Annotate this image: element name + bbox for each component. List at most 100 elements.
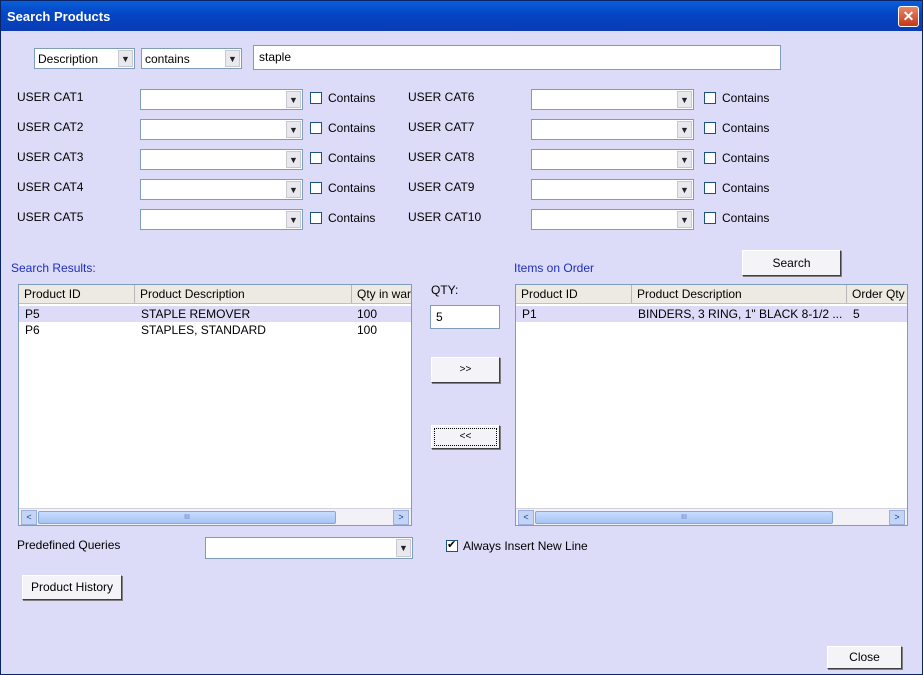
chevron-down-icon[interactable]: ▼ [677, 121, 692, 138]
user-cat-contains-checkbox[interactable] [310, 182, 322, 194]
user-cat-label: USER CAT5 [17, 210, 84, 224]
user-cat-label: USER CAT9 [408, 180, 475, 194]
chevron-down-icon[interactable]: ▼ [286, 151, 301, 168]
user-cat-dropdown[interactable]: ▼ [140, 209, 303, 230]
chevron-down-icon[interactable]: ▼ [677, 151, 692, 168]
user-cat-contains-checkbox[interactable] [704, 122, 716, 134]
column-header-product-id[interactable]: Product ID [19, 285, 135, 303]
column-header-product-description[interactable]: Product Description [135, 285, 352, 303]
cell-product-id: P1 [522, 307, 537, 321]
product-history-button[interactable]: Product History [22, 575, 122, 600]
chevron-down-icon[interactable]: ▼ [286, 211, 301, 228]
user-cat-contains-label: Contains [328, 91, 376, 105]
remove-from-order-button[interactable]: << [431, 425, 500, 449]
horizontal-scrollbar[interactable]: < III > [19, 508, 411, 525]
scroll-right-icon[interactable]: > [889, 510, 905, 525]
user-cat-label: USER CAT8 [408, 150, 475, 164]
user-cat-contains-label: Contains [328, 181, 376, 195]
chevron-down-icon[interactable]: ▼ [225, 50, 240, 67]
user-cat-contains-label: Contains [722, 91, 770, 105]
user-cat-contains-label: Contains [328, 211, 376, 225]
window-title: Search Products [7, 9, 111, 24]
user-cat-contains-label: Contains [328, 121, 376, 135]
chevron-down-icon[interactable]: ▼ [286, 91, 301, 108]
user-cat-contains-checkbox[interactable] [310, 92, 322, 104]
qty-input-value: 5 [436, 310, 443, 324]
user-cat-dropdown[interactable]: ▼ [531, 209, 694, 230]
user-cat-contains-checkbox[interactable] [310, 122, 322, 134]
user-cat-dropdown[interactable]: ▼ [531, 149, 694, 170]
chevron-down-icon[interactable]: ▼ [286, 121, 301, 138]
scroll-thumb[interactable]: III [535, 511, 833, 524]
chevron-down-icon[interactable]: ▼ [118, 50, 133, 67]
user-cat-dropdown[interactable]: ▼ [140, 179, 303, 200]
search-operator-dropdown[interactable]: contains ▼ [141, 48, 242, 69]
cell-product-description: STAPLES, STANDARD [141, 323, 266, 337]
scroll-left-icon[interactable]: < [518, 510, 534, 525]
user-cat-dropdown[interactable]: ▼ [531, 119, 694, 140]
predefined-queries-dropdown[interactable]: ▼ [205, 537, 413, 559]
column-header-product-description[interactable]: Product Description [632, 285, 847, 303]
user-cat-label: USER CAT6 [408, 90, 475, 104]
search-field-value: Description [38, 52, 99, 66]
cell-product-id: P6 [25, 323, 40, 337]
add-to-order-button[interactable]: >> [431, 357, 500, 383]
chevron-down-icon[interactable]: ▼ [286, 181, 301, 198]
table-row[interactable]: P6 STAPLES, STANDARD 100 [19, 322, 411, 338]
search-field-dropdown[interactable]: Description ▼ [34, 48, 135, 69]
search-operator-value: contains [145, 52, 190, 66]
table-row[interactable]: P5 STAPLE REMOVER 100 [19, 306, 411, 322]
qty-input[interactable]: 5 [430, 305, 500, 329]
cell-product-id: P5 [25, 307, 40, 321]
cell-qty: 100 [357, 323, 378, 337]
user-cat-label: USER CAT10 [408, 210, 482, 224]
search-results-list[interactable]: Product ID Product Description Qty in wa… [18, 284, 412, 526]
chevron-down-icon[interactable]: ▼ [677, 211, 692, 228]
horizontal-scrollbar[interactable]: < III > [516, 508, 907, 525]
user-cat-contains-label: Contains [722, 181, 770, 195]
column-header-order-qty[interactable]: Order Qty [847, 285, 907, 303]
user-cat-contains-checkbox[interactable] [310, 212, 322, 224]
search-input[interactable]: staple [253, 45, 781, 70]
cell-order-qty: 5 [853, 307, 860, 321]
user-cat-contains-label: Contains [328, 151, 376, 165]
chevron-down-icon[interactable]: ▼ [396, 539, 411, 557]
scroll-thumb[interactable]: III [38, 511, 336, 524]
user-cat-contains-checkbox[interactable] [704, 182, 716, 194]
search-button[interactable]: Search [742, 250, 841, 276]
cell-product-description: BINDERS, 3 RING, 1" BLACK 8-1/2 ... [638, 307, 843, 321]
scroll-left-icon[interactable]: < [21, 510, 37, 525]
items-on-order-label: Items on Order [514, 261, 595, 275]
user-cat-label: USER CAT1 [17, 90, 84, 104]
user-cat-contains-label: Contains [722, 211, 770, 225]
items-on-order-list[interactable]: Product ID Product Description Order Qty… [515, 284, 908, 526]
always-insert-checkbox[interactable] [446, 538, 458, 552]
search-products-window: Search Products ✕ Description ▼ contains… [0, 0, 923, 675]
search-results-label: Search Results: [11, 261, 96, 275]
user-cat-dropdown[interactable]: ▼ [140, 89, 303, 110]
column-header-qty[interactable]: Qty in wareh [352, 285, 411, 303]
user-cat-dropdown[interactable]: ▼ [140, 119, 303, 140]
cell-qty: 100 [357, 307, 378, 321]
user-cat-contains-checkbox[interactable] [704, 92, 716, 104]
chevron-down-icon[interactable]: ▼ [677, 91, 692, 108]
title-bar[interactable]: Search Products ✕ [1, 1, 922, 31]
close-window-icon[interactable]: ✕ [898, 6, 919, 27]
search-input-value: staple [259, 50, 292, 64]
column-header-product-id[interactable]: Product ID [516, 285, 632, 303]
user-cat-dropdown[interactable]: ▼ [531, 179, 694, 200]
close-button[interactable]: Close [827, 646, 902, 669]
predefined-queries-label: Predefined Queries [17, 538, 121, 552]
user-cat-contains-checkbox[interactable] [310, 152, 322, 164]
user-cat-contains-checkbox[interactable] [704, 212, 716, 224]
user-cat-dropdown[interactable]: ▼ [531, 89, 694, 110]
user-cat-dropdown[interactable]: ▼ [140, 149, 303, 170]
search-results-header: Product ID Product Description Qty in wa… [19, 285, 411, 304]
table-row[interactable]: P1 BINDERS, 3 RING, 1" BLACK 8-1/2 ... 5 [516, 306, 907, 322]
scroll-right-icon[interactable]: > [393, 510, 409, 525]
cell-product-description: STAPLE REMOVER [141, 307, 251, 321]
items-on-order-header: Product ID Product Description Order Qty [516, 285, 907, 304]
chevron-down-icon[interactable]: ▼ [677, 181, 692, 198]
user-cat-contains-checkbox[interactable] [704, 152, 716, 164]
user-cat-contains-label: Contains [722, 151, 770, 165]
